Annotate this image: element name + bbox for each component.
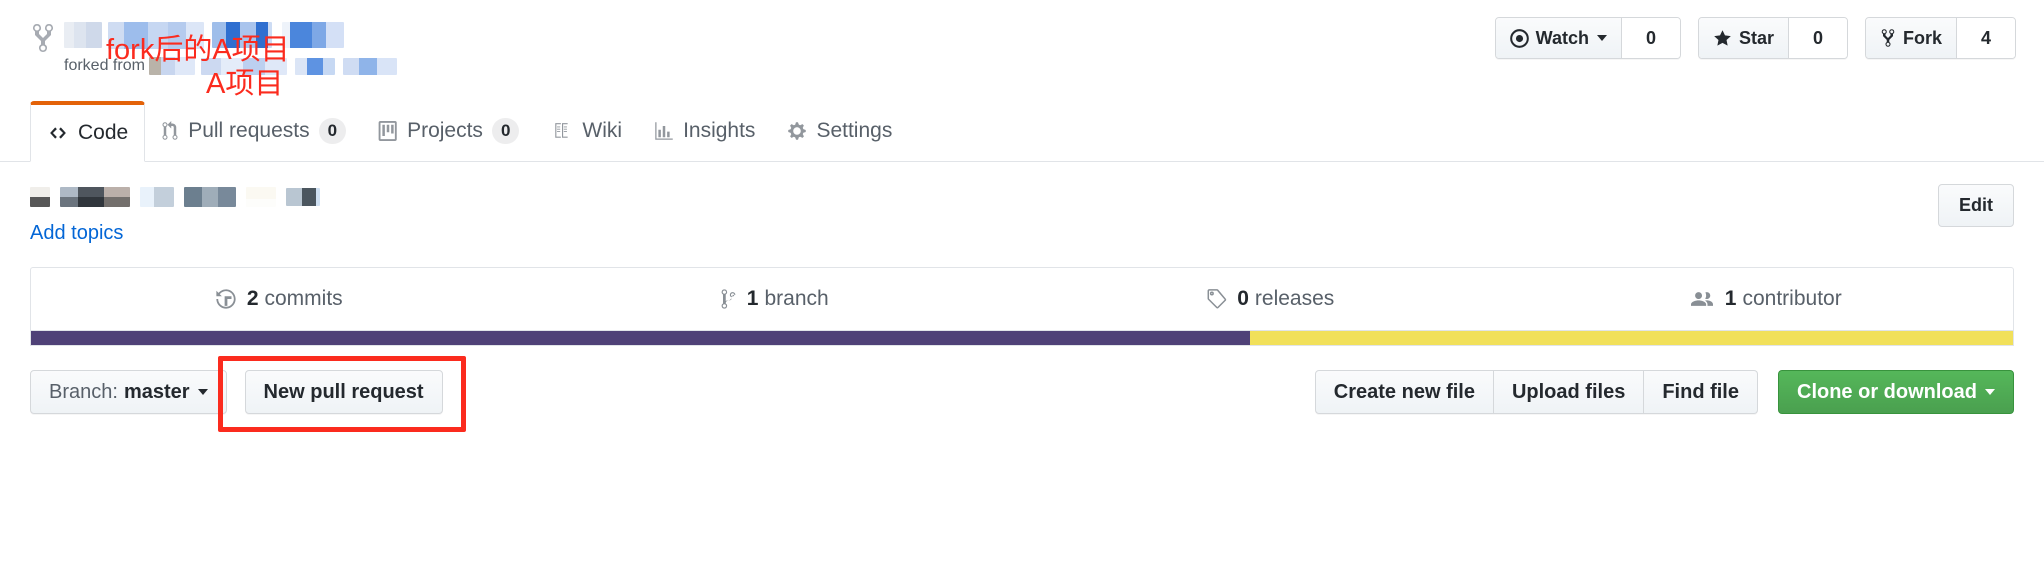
redacted-parent-repo-3	[342, 57, 397, 75]
tab-settings[interactable]: Settings	[771, 101, 908, 161]
tab-projects-label: Projects	[407, 119, 483, 142]
stat-releases-label: releases	[1254, 287, 1335, 310]
gear-icon	[787, 121, 807, 141]
tab-insights[interactable]: Insights	[638, 101, 771, 161]
star-button[interactable]: Star	[1698, 18, 1788, 58]
book-icon	[551, 122, 573, 140]
stat-branches-value: 1	[746, 287, 759, 310]
stat-contributors-value: 1	[1724, 287, 1737, 310]
redacted-parent-repo	[200, 57, 287, 75]
watch-button[interactable]: Watch	[1495, 18, 1621, 58]
file-toolbar-right: Create new file Upload files Find file C…	[1314, 370, 2014, 414]
clone-or-download-button[interactable]: Clone or download	[1778, 370, 2014, 414]
redacted-desc-5	[246, 187, 276, 207]
stat-branches[interactable]: 1 branch	[527, 268, 1023, 330]
fork-button[interactable]: Fork	[1865, 18, 1956, 58]
redacted-parent-owner	[148, 57, 195, 75]
redacted-desc-2	[60, 187, 130, 207]
language-segment-primary[interactable]	[31, 331, 1250, 345]
tab-code-label: Code	[78, 121, 129, 144]
stat-releases[interactable]: 0 releases	[1022, 268, 1518, 330]
edit-button[interactable]: Edit	[1938, 184, 2014, 227]
stat-contributors[interactable]: 1 contributor	[1518, 268, 2014, 330]
language-bar	[30, 331, 2014, 346]
tab-settings-label: Settings	[816, 119, 893, 142]
stat-commits[interactable]: 2 commits	[31, 268, 527, 330]
tag-icon	[1205, 288, 1227, 310]
repo-description-redacted	[30, 186, 2014, 208]
stat-commits-label: commits	[264, 287, 343, 310]
git-pull-request-icon	[161, 121, 179, 141]
repo-header-actions: Watch 0 Star 0 Fork 4	[1494, 17, 2016, 59]
watch-count[interactable]: 0	[1620, 18, 1680, 58]
star-button-group[interactable]: Star 0	[1697, 17, 1848, 59]
fork-label: Fork	[1902, 27, 1942, 48]
eye-icon	[1509, 28, 1529, 48]
star-icon	[1713, 29, 1732, 48]
repo-forked-icon	[30, 22, 56, 54]
fork-button-group[interactable]: Fork 4	[1864, 17, 2016, 59]
stat-releases-value: 0	[1237, 287, 1249, 310]
repo-forked-icon	[1880, 28, 1896, 48]
chevron-down-icon	[1596, 35, 1607, 41]
people-icon	[1689, 288, 1715, 310]
tab-pull-requests[interactable]: Pull requests 0	[145, 101, 362, 161]
tab-projects-count: 0	[491, 118, 520, 144]
repo-title-block: forked from fork后的A项目 A项目	[64, 18, 584, 99]
star-label: Star	[1738, 27, 1774, 48]
redacted-desc-1	[30, 187, 50, 207]
new-pull-request-button[interactable]: New pull request	[244, 370, 443, 414]
chevron-down-icon	[1985, 389, 1995, 395]
stat-branches-label: branch	[764, 287, 829, 310]
graph-icon	[654, 121, 674, 141]
repo-stats-bar: 2 commits 1 branch 0 releases 1 contribu…	[30, 267, 2014, 331]
star-count[interactable]: 0	[1787, 18, 1847, 58]
tab-insights-label: Insights	[683, 119, 756, 142]
language-segment-secondary[interactable]	[1249, 331, 2013, 345]
git-branch-icon	[720, 288, 737, 310]
tab-wiki[interactable]: Wiki	[535, 101, 638, 161]
chevron-down-icon	[197, 389, 208, 395]
redacted-desc-6	[286, 188, 320, 206]
stat-commits-value: 2	[246, 287, 259, 310]
watch-label: Watch	[1535, 27, 1589, 48]
redacted-repo-name-2	[282, 22, 344, 48]
forked-from-label: forked from	[64, 57, 145, 74]
tab-pull-requests-count: 0	[318, 118, 347, 144]
branch-selector-button[interactable]: Branch: master	[30, 370, 227, 414]
create-new-file-button[interactable]: Create new file	[1314, 370, 1494, 414]
add-topics-link[interactable]: Add topics	[30, 222, 123, 245]
clone-or-download-label: Clone or download	[1797, 380, 1977, 403]
redacted-separator	[108, 21, 204, 49]
history-icon	[215, 288, 237, 310]
upload-files-button[interactable]: Upload files	[1493, 370, 1645, 414]
repo-header: forked from fork后的A项目 A项目 Watch 0 Star 0…	[0, 0, 2044, 100]
redacted-repo-name	[212, 22, 272, 48]
project-board-icon	[378, 121, 398, 141]
redacted-parent-repo-2	[294, 57, 335, 75]
redacted-desc-4	[184, 187, 236, 207]
branch-name-label: master	[123, 380, 190, 403]
redacted-owner	[64, 22, 102, 48]
find-file-button[interactable]: Find file	[1644, 370, 1758, 414]
repo-meta: Add topics Edit	[0, 162, 2044, 245]
code-icon	[47, 124, 69, 142]
redacted-desc-3	[140, 187, 174, 207]
repo-nav-tabs: Code Pull requests 0 Projects 0 Wiki Ins…	[0, 100, 2044, 162]
stat-contributors-label: contributor	[1742, 287, 1842, 310]
file-action-button-group: Create new file Upload files Find file	[1314, 370, 1758, 414]
tab-pull-requests-label: Pull requests	[188, 119, 310, 142]
branch-prefix-label: Branch:	[49, 380, 118, 403]
fork-count[interactable]: 4	[1956, 18, 2015, 58]
tab-projects[interactable]: Projects 0	[362, 101, 535, 161]
repo-name-redacted[interactable]	[64, 18, 584, 52]
watch-button-group[interactable]: Watch 0	[1494, 17, 1681, 59]
tab-wiki-label: Wiki	[582, 119, 623, 142]
forked-from-row: forked from	[64, 54, 584, 78]
tab-code[interactable]: Code	[30, 101, 146, 162]
file-toolbar: Branch: master New pull request Create n…	[30, 356, 2014, 432]
